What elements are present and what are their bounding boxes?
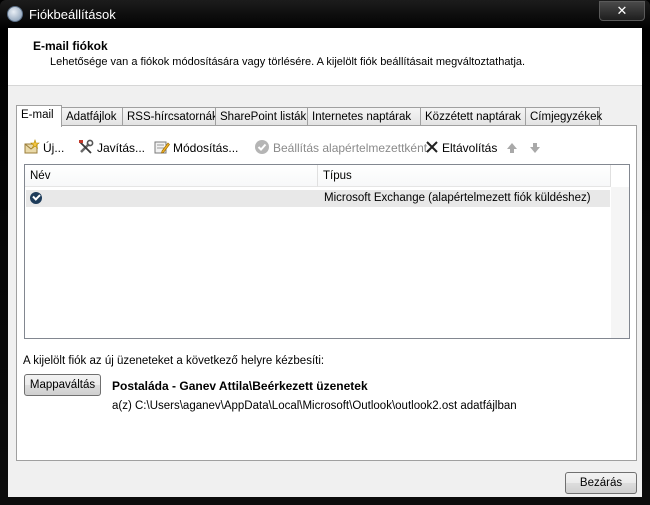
column-header-type[interactable]: Típus: [318, 165, 611, 187]
window-title: Fiókbeállítások: [29, 7, 116, 22]
arrow-down-icon: [530, 143, 540, 153]
header-description: Lehetősége van a fiókok módosítására vag…: [50, 56, 526, 68]
list-empty-column-area: [611, 187, 629, 338]
tab-published-calendars[interactable]: Közzétett naptárak: [420, 107, 526, 125]
move-down-button[interactable]: [529, 138, 544, 158]
window-close-button[interactable]: ✕: [599, 1, 645, 21]
header-title: E-mail fiókok: [33, 39, 108, 53]
set-default-button[interactable]: Beállítás alapértelmezettként: [254, 138, 427, 158]
new-account-button[interactable]: Új...: [24, 138, 64, 158]
account-list[interactable]: Név Típus Microsoft Exchange (alapértelm…: [24, 164, 630, 339]
tab-rss-feeds[interactable]: RSS-hírcsatornák: [122, 107, 218, 125]
dialog-header: E-mail fiókok Lehetősége van a fiókok mó…: [8, 28, 642, 86]
move-up-button[interactable]: [506, 138, 521, 158]
change-account-icon: [154, 141, 170, 154]
remove-x-icon: [426, 141, 438, 153]
change-label: Módosítás...: [173, 141, 239, 155]
close-button[interactable]: Bezárás: [565, 472, 637, 494]
delivery-caption: A kijelölt fiók az új üzeneteket a követ…: [23, 355, 325, 367]
remove-button[interactable]: Eltávolítás: [425, 138, 497, 158]
repair-button[interactable]: Javítás...: [78, 138, 145, 158]
remove-label: Eltávolítás: [442, 141, 498, 155]
delivery-data-file-path: a(z) C:\Users\aganev\AppData\Local\Micro…: [112, 400, 517, 412]
tab-sharepoint-lists[interactable]: SharePoint listák: [215, 107, 308, 125]
new-account-icon: [24, 139, 40, 154]
delivery-folder: Postaláda - Ganev Attila\Beérkezett üzen…: [112, 379, 368, 393]
set-default-check-icon: [255, 140, 269, 154]
set-default-label: Beállítás alapértelmezettként: [273, 141, 428, 155]
tab-internet-calendars[interactable]: Internetes naptárak: [307, 107, 421, 125]
tab-data-files[interactable]: Adatfájlok: [61, 107, 123, 125]
change-button[interactable]: Módosítás...: [154, 138, 238, 158]
dialog-window: Fiókbeállítások ✕ E-mail fiókok Lehetősé…: [0, 0, 650, 505]
title-bar[interactable]: Fiókbeállítások ✕: [0, 0, 650, 28]
repair-tools-icon: [79, 139, 94, 154]
dialog-body: E-mail fiókok Lehetősége van a fiókok mó…: [8, 28, 642, 497]
tab-email[interactable]: E-mail: [16, 105, 62, 127]
arrow-up-icon: [507, 143, 517, 153]
account-type: Microsoft Exchange (alapértelmezett fiók…: [324, 192, 591, 204]
repair-label: Javítás...: [97, 141, 146, 155]
account-row[interactable]: Microsoft Exchange (alapértelmezett fiók…: [26, 190, 610, 207]
column-header-name[interactable]: Név: [25, 165, 318, 187]
outlook-app-icon: [7, 6, 23, 22]
new-account-label: Új...: [43, 141, 65, 155]
change-folder-button[interactable]: Mappaváltás: [24, 374, 101, 396]
default-account-check-icon: [30, 192, 42, 204]
tab-address-books[interactable]: Címjegyzékek: [525, 107, 602, 125]
